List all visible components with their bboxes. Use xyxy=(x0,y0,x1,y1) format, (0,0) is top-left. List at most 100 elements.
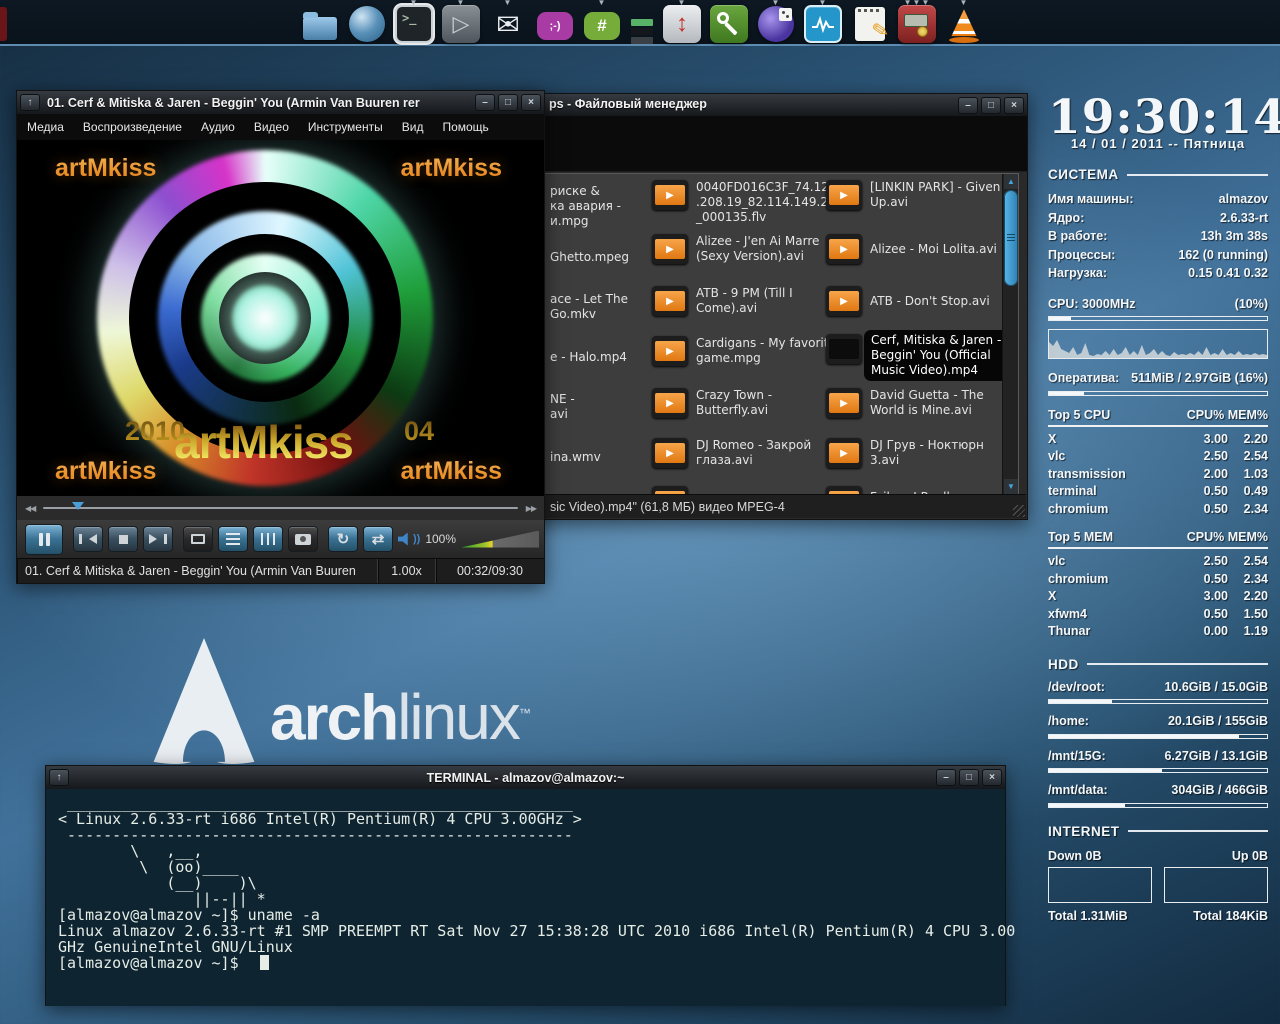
maximize-button[interactable]: □ xyxy=(981,97,1001,114)
system-row: Процессы:162 (0 running) xyxy=(1048,246,1268,265)
video-file-icon xyxy=(826,180,862,210)
ram-bar xyxy=(1048,391,1268,396)
video-file-icon xyxy=(826,234,862,264)
video-file-icon xyxy=(826,334,862,364)
fullscreen-button[interactable] xyxy=(183,526,213,552)
artwork-watermark: artMkiss xyxy=(55,154,156,183)
stop-button[interactable] xyxy=(108,526,138,552)
process-row: vlc2.502.54 xyxy=(1048,448,1268,466)
vlc-video-area[interactable]: artMkiss artMkiss artMkiss artMkiss 2010… xyxy=(17,140,544,496)
dock-item-mail[interactable]: ▼ ✉ xyxy=(486,2,530,46)
scrollbar-thumb[interactable] xyxy=(1004,190,1018,286)
running-indicator-icon: ▼ xyxy=(942,0,986,7)
dock-item-system-monitor[interactable]: ▼ xyxy=(801,2,845,46)
dock-item-network-globe[interactable]: ▼ xyxy=(754,2,798,46)
net-rates: Down 0BUp 0B xyxy=(1048,849,1268,863)
running-indicator-icon: ▼ xyxy=(439,0,483,7)
next-button[interactable] xyxy=(143,526,173,552)
menu-item-media[interactable]: Медиа xyxy=(27,120,64,134)
vlc-window: ↑ 01. Cerf & Mitiska & Jaren - Beggin' Y… xyxy=(16,90,545,584)
artwork-watermark: artMkiss xyxy=(401,154,502,183)
loop-button[interactable]: ↻ xyxy=(328,526,358,552)
top5-mem-header: Top 5 MEMCPU% MEM% xyxy=(1048,530,1268,544)
cpu-graph xyxy=(1048,329,1268,359)
process-row: vlc2.502.54 xyxy=(1048,553,1268,571)
dock-item-web-browser[interactable] xyxy=(345,2,389,46)
menu-item-view[interactable]: Вид xyxy=(402,120,424,134)
previous-button[interactable] xyxy=(73,526,103,552)
menu-item-audio[interactable]: Аудио xyxy=(201,120,235,134)
menu-item-tools[interactable]: Инструменты xyxy=(308,120,383,134)
maximize-button[interactable]: □ xyxy=(498,94,518,111)
shuffle-button[interactable]: ⇄ xyxy=(363,526,393,552)
dock-item-torrent[interactable]: ▼ ↕ xyxy=(660,2,704,46)
close-button[interactable]: × xyxy=(521,94,541,111)
money-icon xyxy=(898,5,936,43)
cpu-bar xyxy=(1048,316,1268,321)
running-indicator-icon: ▼ xyxy=(801,0,845,7)
speaker-icon[interactable] xyxy=(398,533,411,546)
seek-forward-icon[interactable]: ▶▶ xyxy=(526,504,536,513)
minimize-button[interactable]: – xyxy=(958,97,978,114)
dock-item-password-keys[interactable] xyxy=(707,2,751,46)
folder-icon xyxy=(303,17,337,40)
menu-item-help[interactable]: Помощь xyxy=(442,120,488,134)
section-hdd: HDD xyxy=(1048,657,1268,672)
cpu-row: CPU: 3000MHz(10%) xyxy=(1048,295,1268,314)
top-panel: ▼ >_ ▼ ▷ ▼ ✉ ;-) ▼ # ▼ ↕ xyxy=(0,0,1280,46)
up-down-arrows-icon: ↕ xyxy=(663,5,701,43)
now-playing-title: 01. Cerf & Mitiska & Jaren - Beggin' You… xyxy=(17,559,378,583)
playback-time[interactable]: 00:32/09:30 xyxy=(436,559,544,583)
shade-button[interactable]: ↑ xyxy=(49,769,69,786)
globe-icon xyxy=(349,6,385,42)
vlc-titlebar[interactable]: ↑ 01. Cerf & Mitiska & Jaren - Beggin' Y… xyxy=(17,91,544,114)
seek-back-icon[interactable]: ◀◀ xyxy=(25,504,35,513)
irc-bubble-icon: # xyxy=(584,12,620,40)
running-indicator-icon: ▼ xyxy=(392,0,436,7)
vlc-controls: ↻ ⇄ )) 100% xyxy=(17,520,544,558)
scrollbar[interactable]: ▲ ▼ xyxy=(1002,174,1018,494)
process-row: X3.002.20 xyxy=(1048,588,1268,606)
menu-item-video[interactable]: Видео xyxy=(254,120,289,134)
dock-item-vlc[interactable]: ▼ xyxy=(942,2,986,46)
shade-button[interactable]: ↑ xyxy=(20,94,40,111)
download-graph xyxy=(1048,867,1152,903)
dock-item-media-player[interactable]: ▼ ▷ xyxy=(439,2,483,46)
arch-triangle-icon xyxy=(150,638,258,764)
notepad-icon: ✎ xyxy=(855,7,885,41)
playback-rate[interactable]: 1.00x xyxy=(378,559,436,583)
terminal-titlebar[interactable]: ↑ TERMINAL - almazov@almazov:~ – □ × xyxy=(46,766,1005,789)
speaker-waves-icon: )) xyxy=(413,533,420,545)
playlist-button[interactable] xyxy=(218,526,248,552)
dock-item-notes[interactable]: ✎ xyxy=(848,2,892,46)
video-file-icon xyxy=(652,180,688,210)
menu-item-playback[interactable]: Воспроизведение xyxy=(83,120,182,134)
seek-thumb[interactable] xyxy=(72,502,84,516)
seek-slider[interactable] xyxy=(43,507,517,509)
close-button[interactable]: × xyxy=(1004,97,1024,114)
dock-item-messenger[interactable]: ;-) xyxy=(533,2,577,46)
minimize-button[interactable]: – xyxy=(936,769,956,786)
upload-graph xyxy=(1164,867,1268,903)
resize-grip[interactable] xyxy=(1013,505,1025,517)
video-file-icon xyxy=(826,388,862,418)
terminal-content[interactable]: ________________________________________… xyxy=(46,789,1005,1006)
clock: 19:30:14 xyxy=(1048,96,1268,140)
dock-item-file-manager[interactable] xyxy=(298,2,342,46)
dock-item-pager[interactable] xyxy=(627,2,657,46)
running-indicator-icon: ▼ xyxy=(580,0,624,7)
snapshot-button[interactable] xyxy=(288,526,318,552)
maximize-button[interactable]: □ xyxy=(959,769,979,786)
waveform-monitor-icon xyxy=(804,5,842,43)
equalizer-button[interactable] xyxy=(253,526,283,552)
pause-button[interactable] xyxy=(25,524,63,555)
volume-slider[interactable] xyxy=(461,531,539,548)
close-button[interactable]: × xyxy=(982,769,1002,786)
dock-item-irc[interactable]: ▼ # xyxy=(580,2,624,46)
dock-item-finance[interactable]: ▼▼▼ xyxy=(895,2,939,46)
dock-item-terminal[interactable]: ▼ >_ xyxy=(392,2,436,46)
scroll-up-icon[interactable]: ▲ xyxy=(1004,174,1018,189)
scroll-down-icon[interactable]: ▼ xyxy=(1004,479,1018,494)
pencil-icon: ✎ xyxy=(870,17,891,45)
minimize-button[interactable]: – xyxy=(475,94,495,111)
